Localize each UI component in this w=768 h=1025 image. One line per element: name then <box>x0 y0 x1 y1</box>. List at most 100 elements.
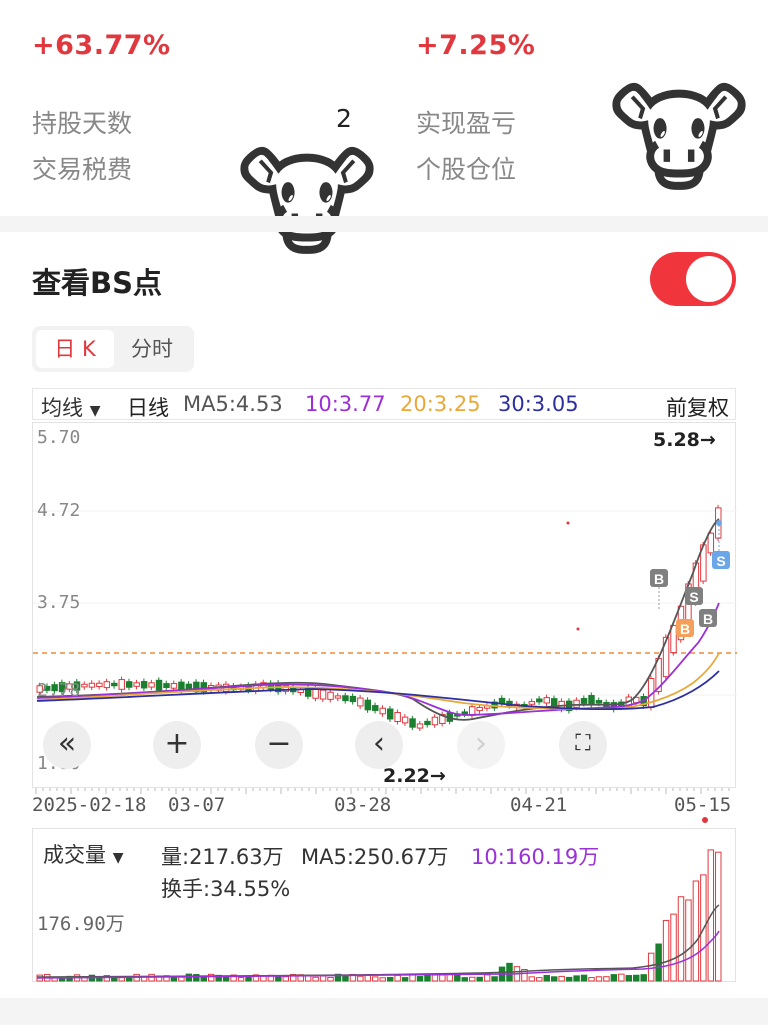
candle <box>155 679 163 691</box>
caret-down-icon: ▼ <box>89 403 101 419</box>
volume-bar <box>454 974 461 982</box>
adjust-label[interactable]: 前复权 <box>666 392 729 422</box>
bs-toggle[interactable] <box>650 252 736 306</box>
candle <box>588 695 595 706</box>
candle <box>707 532 715 554</box>
volume-bar <box>640 974 647 982</box>
tab-day-k[interactable]: 日 K <box>36 330 114 368</box>
volume-bar <box>118 977 125 982</box>
tax-label: 交易税费 <box>32 155 133 184</box>
fullscreen-button[interactable]: ⛶ <box>559 721 607 769</box>
volume-bar <box>685 899 692 982</box>
volume-bar <box>327 976 334 982</box>
volume-bar <box>357 975 364 982</box>
candle <box>88 682 96 688</box>
volume-bar <box>633 974 640 982</box>
volume-bar <box>282 976 290 982</box>
sell-marker: S <box>689 589 698 605</box>
candle <box>424 720 431 726</box>
volume-bar <box>446 974 454 982</box>
kline-chart[interactable]: B B S B S 5.70 4.72 3.75 2.78 1.80 5.28→… <box>32 422 737 788</box>
volume-bar <box>401 977 409 982</box>
volume-bar <box>565 976 573 982</box>
volume-bar <box>536 977 543 982</box>
candle <box>342 695 349 702</box>
volume-bar <box>461 977 468 982</box>
hold-days-label: 持股天数 <box>32 109 133 138</box>
candle <box>334 695 342 699</box>
tab-intraday[interactable]: 分时 <box>116 330 188 368</box>
bottom-divider <box>0 998 768 1025</box>
candle <box>595 700 603 704</box>
date-label: 04-21 <box>510 794 568 816</box>
realized-label: 实现盈亏 <box>416 109 517 138</box>
candle <box>379 707 386 715</box>
volume-bar <box>476 976 483 982</box>
left-percent: +63.77% <box>32 30 171 61</box>
volume-bar <box>431 974 439 982</box>
volume-chart[interactable]: 成交量 ▼ 量:217.63万 MA5:250.67万 10:160.19万 换… <box>32 828 736 982</box>
candle <box>536 698 543 703</box>
volume-bar <box>416 976 424 982</box>
price-axis-label: 3.75 <box>37 592 81 613</box>
volume-bar <box>125 977 133 982</box>
candle <box>319 689 327 700</box>
ma30-value: 30:3.05 <box>498 392 579 416</box>
volume-bar <box>692 880 700 982</box>
candle <box>81 683 88 688</box>
ma-select-label: 均线 <box>41 396 83 420</box>
ma10-line <box>36 602 720 716</box>
volume-bar <box>618 973 625 982</box>
price-axis-label: 4.72 <box>37 500 81 521</box>
zoom-out-button[interactable]: − <box>255 721 303 769</box>
volume-bar <box>647 952 655 982</box>
next-button[interactable]: › <box>457 721 505 769</box>
hold-days-value: 2 <box>336 104 352 133</box>
volume-bar <box>595 976 603 982</box>
candle <box>409 718 416 728</box>
candle <box>543 697 551 704</box>
volume-bar <box>483 974 491 982</box>
date-label: 03-28 <box>334 794 392 816</box>
buy-marker: B <box>654 571 664 587</box>
volume-bar <box>245 976 252 982</box>
volume-bar <box>558 975 565 982</box>
volume-bar <box>394 974 401 982</box>
candle <box>580 698 588 704</box>
candle <box>327 691 334 700</box>
volume-bar <box>222 976 230 982</box>
right-percent: +7.25% <box>416 30 536 61</box>
volume-bar <box>580 974 588 982</box>
volume-bar <box>603 976 610 982</box>
candle <box>163 683 170 688</box>
chart-tabs: 日 K 分时 <box>32 326 194 372</box>
rewind-button[interactable]: « <box>43 721 91 769</box>
zoom-in-button[interactable]: + <box>153 721 201 769</box>
candle <box>372 705 379 711</box>
volume-bar <box>573 975 580 982</box>
volume-bar <box>439 974 446 982</box>
volume-bar <box>677 896 685 982</box>
ma-bar: 均线 ▼ 日线 MA5:4.53 10:3.77 20:3.25 30:3.05… <box>32 388 736 420</box>
position-label: 个股仓位 <box>416 155 517 184</box>
current-date-dot <box>702 817 708 823</box>
ma20-line <box>36 652 720 710</box>
candle <box>125 681 133 688</box>
candle <box>431 716 439 726</box>
volume-bar <box>670 913 677 982</box>
volume-bar <box>379 977 386 982</box>
volume-bar <box>543 975 551 982</box>
ma-select[interactable]: 均线 ▼ <box>41 392 100 422</box>
period-label: 日线 <box>127 396 169 420</box>
volume-bar <box>588 977 595 982</box>
volume-bar <box>237 977 245 982</box>
vol-ma10-line <box>36 930 720 979</box>
volume-bar <box>178 976 185 982</box>
candle <box>476 706 483 712</box>
date-axis: 2025-02-18 03-07 03-28 04-21 05-15 <box>32 788 736 823</box>
prev-button[interactable]: ‹ <box>355 721 403 769</box>
candle <box>133 682 140 687</box>
volume-bar <box>662 919 670 982</box>
candle <box>528 701 536 705</box>
volume-bar <box>528 976 536 982</box>
